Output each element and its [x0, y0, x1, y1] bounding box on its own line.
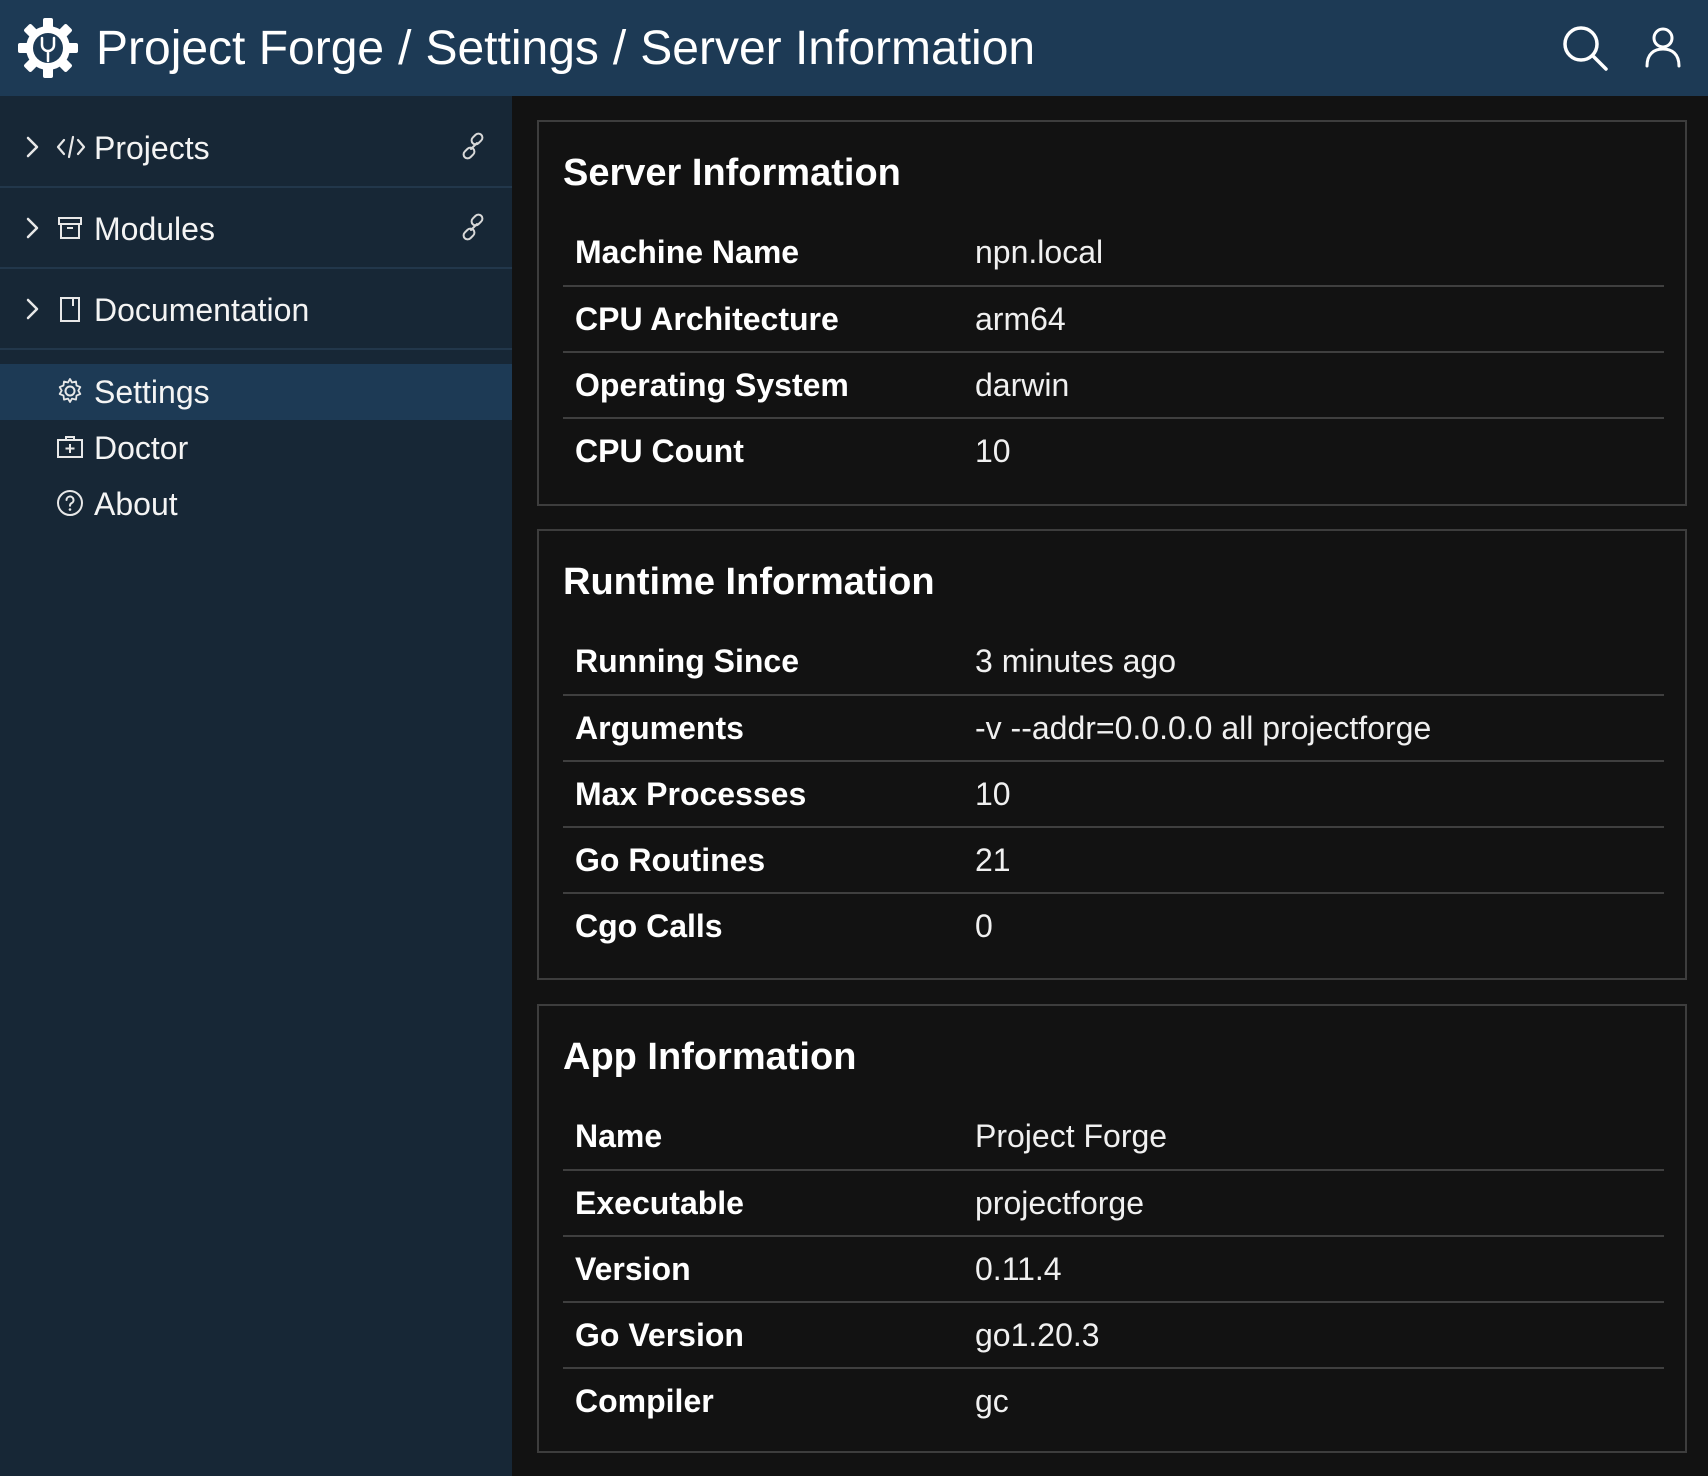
runtime-information-card: Runtime Information Running Since 3 minut… — [537, 529, 1687, 980]
table-row: Arguments -v --addr=0.0.0.0 all projectfo… — [563, 695, 1664, 762]
row-key: Go Routines — [563, 827, 963, 894]
app-information-card: App Information Name Project Forge Execut… — [537, 1004, 1687, 1453]
link-icon[interactable] — [460, 132, 486, 160]
table-row: CPU Count 10 — [563, 418, 1664, 484]
row-value: darwin — [963, 352, 1664, 419]
chevron-right-icon[interactable] — [24, 132, 42, 162]
row-key: CPU Count — [575, 433, 744, 469]
table-row: Go Routines 21 — [563, 827, 1664, 894]
sidebar-item-doctor[interactable]: Doctor — [0, 420, 512, 476]
row-value: go1.20.3 — [963, 1302, 1664, 1369]
top-header: Project Forge / Settings / Server Inform… — [0, 0, 1708, 96]
code-icon — [56, 135, 86, 159]
table-row: Compiler gc — [563, 1368, 1664, 1434]
table-row: Running Since 3 minutes ago — [563, 629, 1664, 696]
row-value: 0.11.4 — [963, 1236, 1664, 1303]
breadcrumb-settings[interactable]: Settings — [425, 21, 598, 76]
sidebar-nav: Projects Modules Documentation Settings … — [0, 96, 512, 1476]
row-value: projectforge — [963, 1170, 1664, 1237]
row-value: 0 — [975, 908, 993, 944]
row-value: npn.local — [963, 220, 1664, 287]
first-aid-kit-icon — [57, 436, 83, 458]
row-key: Arguments — [563, 695, 963, 762]
row-key: Executable — [563, 1170, 963, 1237]
row-key: Go Version — [563, 1302, 963, 1369]
sidebar-item-settings[interactable]: Settings — [0, 364, 512, 420]
section-title: App Information — [563, 1036, 857, 1078]
sidebar-item-label: Documentation — [94, 292, 310, 328]
server-info-table: Machine Name npn.local CPU Architecture ar… — [563, 220, 1664, 484]
app-info-table: Name Project Forge Executable projectforge… — [563, 1104, 1664, 1434]
table-row: Max Processes 10 — [563, 761, 1664, 828]
table-row: Executable projectforge — [563, 1170, 1664, 1237]
breadcrumb-separator: / — [398, 21, 412, 75]
sidebar-item-about[interactable]: About — [0, 476, 512, 532]
row-key: Max Processes — [563, 761, 963, 828]
gear-icon — [58, 378, 82, 403]
row-key: Name — [563, 1104, 963, 1171]
breadcrumb: Project Forge / Settings / Server Inform… — [96, 0, 1035, 96]
help-circle-icon — [57, 490, 83, 516]
table-row: CPU Architecture arm64 — [563, 286, 1664, 353]
gear-wrench-logo-icon[interactable] — [15, 15, 81, 81]
table-row: Machine Name npn.local — [563, 220, 1664, 287]
row-value: 10 — [963, 761, 1664, 828]
row-key: Machine Name — [563, 220, 963, 287]
row-key: Compiler — [575, 1383, 714, 1419]
breadcrumb-separator: / — [612, 21, 627, 75]
row-key: Operating System — [563, 352, 963, 419]
row-value: arm64 — [963, 286, 1664, 353]
sidebar-item-label: Doctor — [94, 430, 189, 466]
sidebar-item-projects[interactable]: Projects — [0, 108, 512, 188]
row-key: Version — [563, 1236, 963, 1303]
section-title: Server Information — [563, 152, 901, 194]
row-key: Cgo Calls — [575, 908, 723, 944]
user-icon[interactable] — [1644, 26, 1682, 68]
search-icon[interactable] — [1561, 24, 1609, 72]
section-title: Runtime Information — [563, 561, 935, 603]
row-key: Running Since — [563, 629, 963, 696]
chevron-right-icon[interactable] — [24, 294, 42, 324]
link-icon[interactable] — [460, 213, 486, 241]
sidebar-item-modules[interactable]: Modules — [0, 189, 512, 269]
sidebar-item-label: Settings — [94, 374, 210, 410]
row-value: 3 minutes ago — [963, 629, 1664, 696]
book-icon — [60, 297, 80, 322]
sidebar-item-label: Projects — [94, 130, 210, 166]
table-row: Operating System darwin — [563, 352, 1664, 419]
row-value: 21 — [963, 827, 1664, 894]
table-row: Go Version go1.20.3 — [563, 1302, 1664, 1369]
row-value: Project Forge — [963, 1104, 1664, 1171]
row-value: 10 — [975, 433, 1011, 469]
server-information-card: Server Information Machine Name npn.local… — [537, 120, 1687, 506]
table-row: Version 0.11.4 — [563, 1236, 1664, 1303]
breadcrumb-server-information: Server Information — [640, 21, 1036, 75]
row-key: CPU Architecture — [563, 286, 963, 353]
chevron-right-icon[interactable] — [24, 213, 42, 243]
sidebar-item-label: About — [94, 486, 178, 522]
sidebar-item-label: Modules — [94, 211, 215, 247]
sidebar-item-documentation[interactable]: Documentation — [0, 270, 512, 350]
archive-icon — [58, 217, 82, 239]
row-value: -v --addr=0.0.0.0 all projectforge — [963, 695, 1664, 762]
runtime-info-table: Running Since 3 minutes ago Arguments -v -… — [563, 629, 1664, 959]
table-row: Cgo Calls 0 — [563, 893, 1664, 959]
row-value: gc — [975, 1383, 1009, 1419]
breadcrumb-project-forge[interactable]: Project Forge — [96, 21, 384, 76]
table-row: Name Project Forge — [563, 1104, 1664, 1171]
